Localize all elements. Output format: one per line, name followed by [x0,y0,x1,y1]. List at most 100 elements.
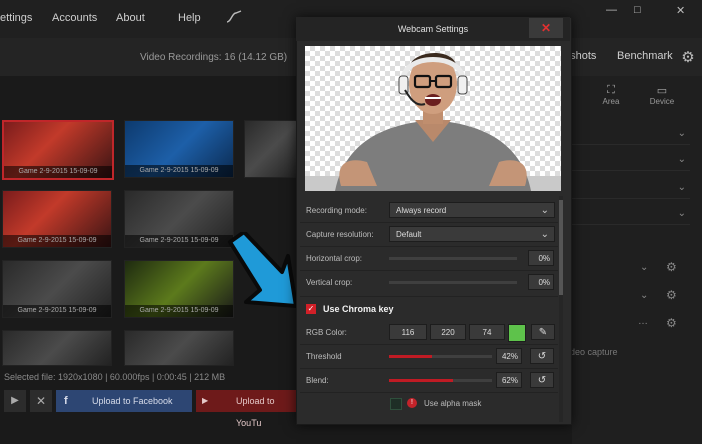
divider [300,368,558,369]
threshold-label: Threshold [306,352,342,361]
recording-mode-select[interactable]: Always record ⌄ [389,202,555,218]
divider [300,392,558,393]
eyedropper-icon: ✎ [538,327,548,338]
close-button[interactable]: ✕ [529,18,563,38]
rgb-color-label: RGB Color: [306,328,347,337]
horizontal-crop-slider[interactable] [389,257,517,260]
close-icon: ✕ [540,21,552,35]
menu-settings[interactable]: ettings [0,12,32,24]
recording-thumbnail-selected[interactable]: Game 2-9-2015 15-09-09 [2,120,114,180]
capture-resolution-select[interactable]: Default ⌄ [389,226,555,242]
facebook-icon: f [64,395,68,407]
webcam-person-image [305,52,561,191]
info-icon[interactable]: ! [407,398,417,408]
panel-row[interactable]: ⌄ [572,176,690,199]
thumbnail-caption: Game 2-9-2015 15-09-09 [3,235,111,247]
minimize-button[interactable]: — [606,4,617,16]
alpha-mask-checkbox[interactable] [390,398,402,410]
threshold-value[interactable]: 42% [496,348,522,364]
red-input[interactable]: 116 [389,324,427,340]
thumbnail-caption: Game 2-9-2015 15-09-09 [125,235,233,247]
reset-icon: ↺ [537,375,547,386]
menu-about[interactable]: About [116,12,145,24]
upload-facebook-button[interactable]: f Upload to Facebook [56,390,192,412]
chevron-down-icon: ⌄ [677,208,686,219]
chevron-down-icon: ⌄ [540,229,549,240]
blue-input[interactable]: 74 [469,324,505,340]
recording-thumbnail[interactable]: Game 2-9-2015 15-09-09 [124,190,234,248]
panel-row[interactable]: ⌄ [572,122,690,145]
chroma-key-checkbox[interactable]: ✓ [306,304,316,314]
chevron-down-icon: ⌄ [677,154,686,165]
upload-youtube-button[interactable]: ▶ Upload to YouTu [196,390,300,428]
video-capture-label: ideo capture [568,347,618,357]
upload-facebook-label: Upload to Facebook [92,396,173,406]
play-button[interactable]: ▶ [4,390,26,412]
chevron-down-icon: ⌄ [540,205,549,216]
threshold-slider-fill [389,355,433,358]
alpha-mask-label: Use alpha mask [424,399,482,408]
recording-thumbnail[interactable]: Game 2-9-2015 15-09-09 [124,260,234,318]
recording-thumbnail[interactable]: Game 2-9-2015 15-09-09 [2,190,112,248]
threshold-reset-button[interactable]: ↺ [530,348,554,364]
recording-thumbnail[interactable] [124,330,234,366]
chevron-down-icon[interactable]: ⌄ [640,262,648,273]
recording-thumbnail[interactable] [2,330,112,366]
chevron-down-icon[interactable]: ⌄ [640,290,648,301]
pen-icon[interactable] [226,10,242,27]
capture-device-button[interactable]: ▭ Device [640,84,684,110]
gear-icon[interactable]: ⚙ [666,288,677,302]
capture-resolution-label: Capture resolution: [306,230,374,239]
more-icon[interactable]: … [638,316,648,327]
thumbnail-caption: Game 2-9-2015 15-09-09 [3,305,111,317]
gear-icon[interactable]: ⚙ [680,50,696,66]
chroma-key-label: Use Chroma key [323,304,394,314]
color-swatch[interactable] [508,324,526,342]
horizontal-crop-value[interactable]: 0% [528,250,554,266]
threshold-slider[interactable] [389,355,492,358]
blend-slider-fill [389,379,453,382]
green-input[interactable]: 220 [430,324,466,340]
tab-benchmark[interactable]: Benchmark [617,50,673,62]
thumbnail-caption: Game 2-9-2015 15-09-09 [125,165,233,177]
panel-row[interactable]: ⌄ [572,202,690,225]
chevron-down-icon: ⌄ [677,128,686,139]
area-label: Area [602,97,620,106]
device-label: Device [649,97,675,106]
gear-icon[interactable]: ⚙ [666,260,677,274]
blend-slider[interactable] [389,379,492,382]
area-icon: ⛶ [607,84,615,96]
window-close-button[interactable]: ✕ [676,4,685,17]
recording-thumbnail[interactable] [244,120,298,178]
maximize-button[interactable]: □ [634,4,641,16]
divider [300,344,558,345]
arrow-pointer-icon [228,232,296,308]
recording-thumbnail[interactable]: Game 2-9-2015 15-09-09 [2,260,112,318]
divider [300,222,558,223]
thumbnail-caption: Game 2-9-2015 15-09-09 [4,166,112,178]
panel-row[interactable]: ⌄ [572,148,690,171]
divider [300,270,558,271]
vertical-crop-value[interactable]: 0% [528,274,554,290]
blend-value[interactable]: 62% [496,372,522,388]
vertical-crop-slider[interactable] [389,281,517,284]
capture-area-button[interactable]: ⛶ Area [590,84,632,110]
delete-button[interactable]: ✕ [30,390,52,412]
blend-label: Blend: [306,376,329,385]
reset-icon: ↺ [537,351,547,362]
recording-mode-label: Recording mode: [306,206,367,215]
scrollbar-thumb[interactable] [559,200,563,295]
menu-accounts[interactable]: Accounts [52,12,97,24]
capture-resolution-value: Default [396,230,422,239]
eyedropper-button[interactable]: ✎ [531,324,555,340]
recording-thumbnail[interactable]: Game 2-9-2015 15-09-09 [124,120,234,178]
gear-icon[interactable]: ⚙ [666,316,677,330]
divider [300,296,558,297]
vertical-crop-label: Vertical crop: [306,278,353,287]
thumbnail-caption: Game 2-9-2015 15-09-09 [125,305,233,317]
menu-help[interactable]: Help [178,12,201,24]
blend-reset-button[interactable]: ↺ [530,372,554,388]
device-icon: ▭ [656,85,668,97]
divider [300,246,558,247]
chevron-down-icon: ⌄ [677,182,686,193]
